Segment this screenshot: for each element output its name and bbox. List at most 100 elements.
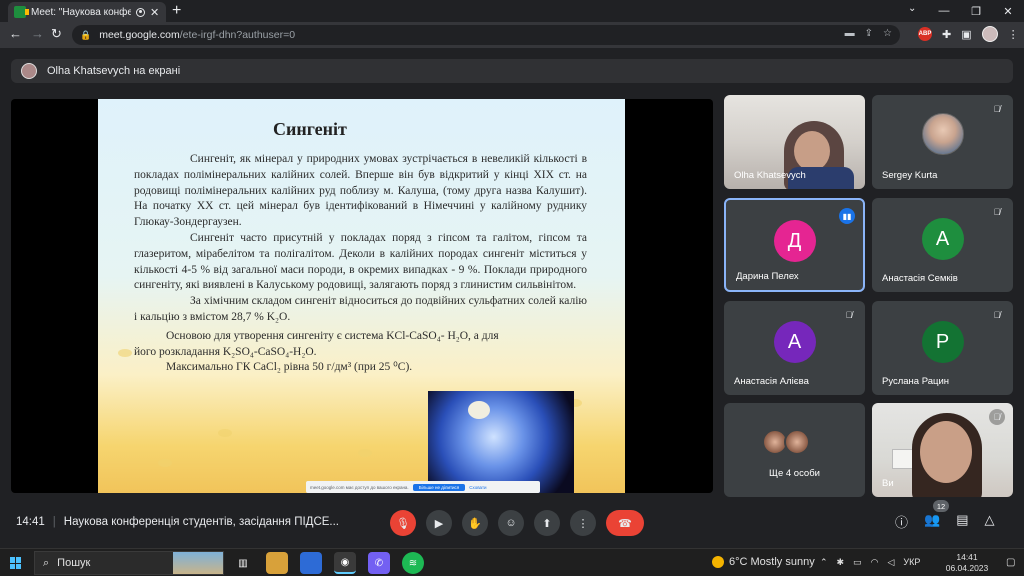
participant-tile-self[interactable]: 🎙̸ Ви bbox=[872, 403, 1013, 497]
language-indicator[interactable]: УКР bbox=[903, 557, 920, 568]
spotify-icon[interactable]: ≋ bbox=[402, 552, 424, 574]
participant-name: Дарина Пелех bbox=[736, 271, 799, 282]
address-toolbar: ← → ↻ 🔒 meet.google.com/ete-irgf-dhn?aut… bbox=[0, 22, 1024, 48]
search-icon: ⌕ bbox=[43, 556, 50, 569]
tray-expand-icon[interactable]: ⌃ bbox=[820, 557, 828, 568]
camera-in-use-icon[interactable]: ▬ bbox=[845, 28, 855, 39]
maximize-button[interactable]: ❐ bbox=[960, 0, 992, 22]
weather-text: 6°C Mostly sunny bbox=[729, 556, 815, 568]
weather-widget[interactable]: 6°C Mostly sunny bbox=[712, 556, 815, 568]
participant-name: Руслана Рацин bbox=[882, 376, 950, 387]
battery-icon[interactable]: ▭ bbox=[853, 557, 862, 568]
participant-avatar: А bbox=[921, 218, 964, 260]
slide-paragraph-2: Сингеніт часто присутній у покладах поря… bbox=[134, 231, 587, 292]
participant-tile-more[interactable]: Ще 4 особи bbox=[724, 403, 865, 497]
slide-paragraph-4: Основою для утворення сингеніту є систем… bbox=[134, 329, 587, 376]
taskbar-search[interactable]: ⌕ Пошук bbox=[34, 551, 224, 575]
meeting-details-icon[interactable]: ⓘ bbox=[895, 512, 908, 531]
participant-name: Olha Khatsevych bbox=[734, 170, 806, 181]
volume-icon[interactable]: ◁ bbox=[887, 557, 894, 568]
taskbar-clock[interactable]: 14:41 06.04.2023 bbox=[942, 552, 992, 574]
back-button[interactable]: ← bbox=[9, 26, 22, 41]
meeting-info: 14:41 | Наукова конференція студентів, з… bbox=[16, 516, 339, 528]
address-bar[interactable]: 🔒 meet.google.com/ete-irgf-dhn?authuser=… bbox=[72, 25, 900, 45]
chat-icon[interactable]: ▤ bbox=[956, 512, 968, 531]
separator: | bbox=[52, 516, 56, 528]
browser-menu-icon[interactable]: ⋮ bbox=[1008, 28, 1019, 41]
leave-call-button[interactable]: ☎ bbox=[606, 510, 644, 536]
start-button[interactable] bbox=[10, 557, 22, 569]
mic-muted-icon: 🎙̸ bbox=[993, 310, 1001, 320]
participant-tile-anastasiia-s[interactable]: 🎙̸ А Анастасія Семків bbox=[872, 198, 1013, 292]
clock-date: 06.04.2023 bbox=[945, 563, 989, 573]
tab-search-icon[interactable]: ⌄ bbox=[908, 3, 916, 14]
url-text: meet.google.com/ete-irgf-dhn?authuser=0 bbox=[99, 29, 295, 41]
new-tab-button[interactable]: + bbox=[172, 2, 181, 20]
participant-tile-olha[interactable]: Olha Khatsevych bbox=[724, 95, 865, 189]
viber-icon[interactable]: ✆ bbox=[368, 552, 390, 574]
slide-title: Сингеніт bbox=[273, 119, 347, 139]
bookmark-star-icon[interactable]: ☆ bbox=[883, 28, 892, 39]
stop-sharing-button[interactable]: Більше не ділитися bbox=[412, 483, 466, 491]
mic-toggle-button[interactable]: 🎙 bbox=[390, 510, 416, 536]
speaking-indicator-icon: ▮▮ bbox=[839, 208, 855, 224]
slide-paragraph-1: Сингеніт, як мінерал у природних умовах … bbox=[134, 153, 587, 229]
window-controls: — ❐ ✕ bbox=[928, 0, 1024, 22]
mic-muted-icon: 🎙̸ bbox=[845, 310, 853, 320]
participant-avatar: Р bbox=[921, 321, 964, 363]
wifi-icon[interactable]: ◠ bbox=[871, 557, 879, 568]
meet-favicon-icon bbox=[14, 6, 29, 18]
tab-close-icon[interactable]: ✕ bbox=[150, 6, 159, 19]
adblock-extension-icon[interactable]: ABP bbox=[918, 27, 932, 41]
windows-taskbar: ⌕ Пошук ▥ ◉ ✆ ≋ 6°C Mostly sunny ⌃ ✱ ▭ ◠… bbox=[0, 548, 1024, 576]
crystal-image bbox=[428, 391, 574, 493]
chrome-icon[interactable]: ◉ bbox=[334, 552, 356, 574]
recording-indicator-icon bbox=[136, 7, 145, 17]
profile-avatar[interactable] bbox=[981, 26, 998, 42]
bluetooth-icon[interactable]: ✱ bbox=[837, 557, 845, 568]
participant-tile-sergey[interactable]: 🎙̸ Sergey Kurta bbox=[872, 95, 1013, 189]
screen-share-stage: Сингеніт Сингеніт, як мінерал у природни… bbox=[11, 99, 713, 493]
slide-body: Сингеніт, як мінерал у природних умовах … bbox=[134, 152, 587, 376]
participant-name: Ви bbox=[882, 478, 894, 489]
participant-face bbox=[920, 421, 972, 483]
participant-tile-ruslana[interactable]: 🎙̸ Р Руслана Рацин bbox=[872, 301, 1013, 395]
file-explorer-icon[interactable] bbox=[266, 552, 288, 574]
reload-button[interactable]: ↻ bbox=[51, 26, 62, 42]
close-window-button[interactable]: ✕ bbox=[992, 0, 1024, 22]
participant-tile-anastasiia-a[interactable]: 🎙̸ А Анастасія Алієва bbox=[724, 301, 865, 395]
leaf-decoration bbox=[158, 459, 172, 467]
participants-count-badge: 12 bbox=[933, 500, 949, 512]
people-icon[interactable]: 👥 bbox=[924, 512, 940, 531]
presentation-slide: Сингеніт Сингеніт, як мінерал у природни… bbox=[98, 99, 625, 493]
notifications-icon[interactable]: ▢ bbox=[1006, 557, 1015, 568]
meeting-time: 14:41 bbox=[16, 516, 45, 528]
more-options-button[interactable]: ⋮ bbox=[570, 510, 596, 536]
forward-button[interactable]: → bbox=[31, 26, 44, 41]
activities-icon[interactable]: △ bbox=[985, 512, 995, 531]
raise-hand-button[interactable]: ✋ bbox=[462, 510, 488, 536]
task-view-icon[interactable]: ▥ bbox=[232, 552, 254, 574]
taskbar-apps: ▥ ◉ ✆ ≋ bbox=[232, 552, 424, 574]
store-icon[interactable] bbox=[300, 552, 322, 574]
share-icon[interactable]: ⇪ bbox=[865, 28, 873, 39]
minimize-button[interactable]: — bbox=[928, 0, 960, 22]
hide-notice-button[interactable]: Сховати bbox=[469, 485, 486, 490]
participant-avatar: А bbox=[773, 321, 816, 363]
meeting-title: Наукова конференція студентів, засідання… bbox=[63, 516, 340, 528]
participant-face bbox=[794, 131, 830, 171]
share-notice-text: meet.google.com має доступ до вашого екр… bbox=[310, 484, 409, 490]
reactions-button[interactable]: ☺ bbox=[498, 510, 524, 536]
extensions-puzzle-icon[interactable]: ✚ bbox=[942, 28, 951, 41]
camera-toggle-button[interactable]: ▶ bbox=[426, 510, 452, 536]
side-panel-icon[interactable]: ▣ bbox=[961, 28, 971, 41]
presenter-banner-text: Olha Khatsevych на екрані bbox=[47, 65, 181, 77]
browser-tab-strip: Meet: "Наукова конференц ✕ + ⌄ — ❐ ✕ bbox=[0, 0, 1024, 22]
browser-tab-meet[interactable]: Meet: "Наукова конференц ✕ bbox=[8, 2, 166, 22]
participant-name: Sergey Kurta bbox=[882, 170, 938, 181]
present-screen-button[interactable]: ⬆ bbox=[534, 510, 560, 536]
call-controls: 🎙 ▶ ✋ ☺ ⬆ ⋮ ☎ bbox=[390, 510, 644, 536]
more-participants-avatars bbox=[762, 429, 810, 455]
participant-tile-daryna[interactable]: ▮▮ Д Дарина Пелех bbox=[724, 198, 865, 292]
participant-photo bbox=[922, 113, 964, 155]
